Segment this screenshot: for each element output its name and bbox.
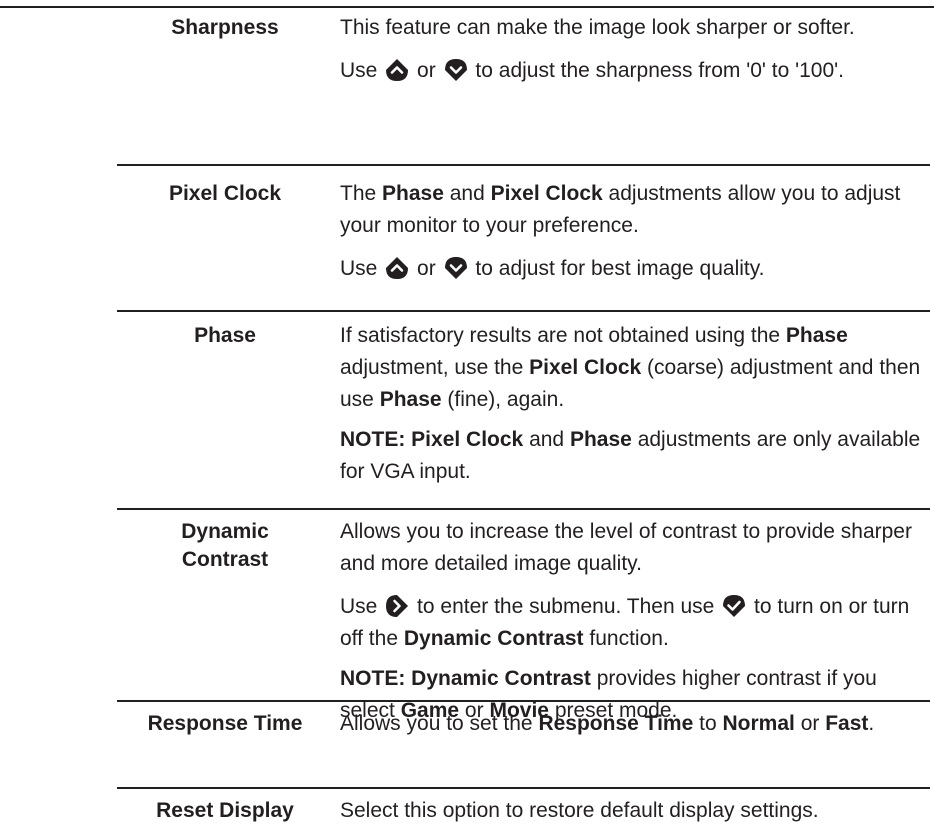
row-label-response-time: Response Time [147,712,303,735]
paragraph: Allows you to set the Response Time to N… [340,712,875,735]
row-label-sharpness: Sharpness [171,16,279,39]
paragraph: This feature can make the image look sha… [340,16,855,39]
paragraph: Use or to adjust the sharpness from '0' … [340,58,844,82]
check-icon [722,594,746,618]
row-desc-phase: If satisfactory results are not obtained… [340,320,930,488]
chevron-up-icon [385,58,409,82]
paragraph: Allows you to increase the level of cont… [340,520,912,575]
row-desc-response-time: Allows you to set the Response Time to N… [340,708,930,740]
chevron-up-icon [385,256,409,280]
row-desc-reset-display: Select this option to restore default di… [340,795,930,827]
row-desc-dynamic-contrast: Allows you to increase the level of cont… [340,516,930,727]
chevron-down-icon [444,256,468,280]
row-label-pixel-clock: Pixel Clock [168,182,282,205]
row-label-phase: Phase [194,324,256,347]
row-divider [117,508,930,510]
row-desc-pixel-clock: The Phase and Pixel Clock adjustments al… [340,178,930,285]
row-desc-sharpness: This feature can make the image look sha… [340,12,930,87]
row-label-reset-display: Reset Display [156,799,294,822]
paragraph: If satisfactory results are not obtained… [340,324,921,411]
row-divider [117,787,930,789]
top-rule [0,6,934,8]
paragraph: Select this option to restore default di… [340,799,819,822]
note: NOTE: Pixel Clock and Phase adjustments … [340,428,921,483]
paragraph: Use to enter the submenu. Then use to tu… [340,594,910,650]
paragraph: Use or to adjust for best image quality. [340,256,765,280]
row-divider [117,310,930,312]
row-divider [117,164,930,166]
chevron-down-icon [444,58,468,82]
paragraph: The Phase and Pixel Clock adjustments al… [340,182,901,237]
row-label-dynamic-contrast: Dynamic Contrast [181,520,269,571]
chevron-right-icon [385,594,409,618]
